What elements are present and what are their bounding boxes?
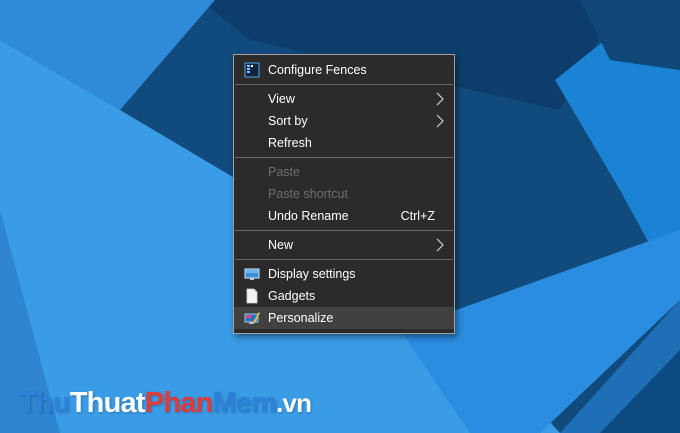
undo-rename-label: Undo Rename xyxy=(268,209,349,223)
desktop-context-menu: Configure Fences View Sort by Refresh Pa… xyxy=(233,54,455,334)
personalize-label: Personalize xyxy=(268,311,334,325)
new-label: New xyxy=(268,238,294,252)
undo-shortcut-hint: Ctrl+Z xyxy=(400,209,435,223)
chevron-right-icon xyxy=(436,92,444,106)
watermark-thu: Thu xyxy=(19,387,71,419)
menu-separator xyxy=(235,230,453,231)
menu-item-undo-rename[interactable]: Undo Rename Ctrl+Z xyxy=(234,205,454,227)
menu-item-sort-by[interactable]: Sort by xyxy=(234,110,454,132)
view-label: View xyxy=(268,92,295,106)
menu-item-paste-shortcut: Paste shortcut xyxy=(234,183,454,205)
watermark-mem: Mem xyxy=(212,387,277,419)
gadgets-label: Gadgets xyxy=(268,289,316,303)
watermark-thuat: Thuat xyxy=(69,387,146,419)
display-icon xyxy=(244,268,260,280)
paste-shortcut-label: Paste shortcut xyxy=(268,187,348,201)
menu-separator xyxy=(235,259,453,260)
chevron-right-icon xyxy=(436,114,444,128)
sort-by-label: Sort by xyxy=(268,114,308,128)
refresh-label: Refresh xyxy=(268,136,312,150)
chevron-right-icon xyxy=(436,238,444,252)
menu-item-display-settings[interactable]: Display settings xyxy=(234,263,454,285)
paste-label: Paste xyxy=(268,165,300,179)
watermark-phan: Phan xyxy=(144,387,213,419)
watermark-vn: .vn xyxy=(276,388,312,418)
menu-item-new[interactable]: New xyxy=(234,234,454,256)
watermark-logo: ThuThuatPhanMem.vn xyxy=(19,387,312,420)
personalize-icon xyxy=(244,312,260,324)
configure-fences-label: Configure Fences xyxy=(268,63,367,77)
menu-item-refresh[interactable]: Refresh xyxy=(234,132,454,154)
menu-item-view[interactable]: View xyxy=(234,88,454,110)
menu-item-personalize[interactable]: Personalize xyxy=(234,307,454,329)
menu-separator xyxy=(235,157,453,158)
menu-item-configure-fences[interactable]: Configure Fences xyxy=(234,59,454,81)
fences-icon xyxy=(244,62,260,78)
menu-item-gadgets[interactable]: Gadgets xyxy=(234,285,454,307)
gadgets-icon xyxy=(246,288,258,304)
menu-separator xyxy=(235,84,453,85)
menu-item-paste: Paste xyxy=(234,161,454,183)
display-settings-label: Display settings xyxy=(268,267,356,281)
